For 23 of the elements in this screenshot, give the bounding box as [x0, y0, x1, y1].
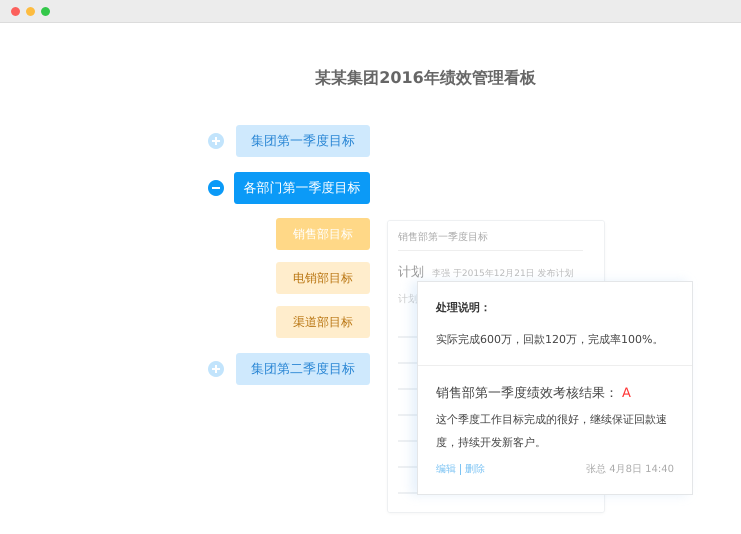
- group-node[interactable]: 集团第一季度目标: [236, 125, 370, 157]
- collapse-icon[interactable]: [208, 180, 224, 196]
- review-comment: 这个季度工作目标完成的很好，继续保证回款速度，持续开发新客户。: [436, 412, 668, 451]
- group-node[interactable]: 各部门第一季度目标: [234, 172, 370, 204]
- action-link[interactable]: 编辑: [436, 464, 461, 474]
- zoom-button[interactable]: [41, 6, 50, 16]
- minimize-button[interactable]: [26, 6, 35, 16]
- plan-meta: 李强 于2015年12月21日 发布计划: [432, 268, 574, 280]
- grade: A: [622, 386, 631, 401]
- expand-icon[interactable]: [208, 133, 224, 149]
- group-node[interactable]: 集团第二季度目标: [236, 353, 370, 385]
- card-title: 销售部第一季度目标: [398, 221, 583, 251]
- expand-icon[interactable]: [208, 361, 224, 377]
- department-node[interactable]: 电销部目标: [276, 262, 370, 294]
- review-footer: 张总 4月8日 14:40: [586, 462, 674, 476]
- plan-label: 计划: [398, 264, 424, 281]
- close-button[interactable]: [11, 6, 20, 16]
- action-link[interactable]: 删除: [461, 464, 489, 474]
- department-node[interactable]: 渠道部目标: [276, 306, 370, 338]
- note-heading: 处理说明：: [436, 300, 492, 315]
- note-text: 实际完成600万，回款120万，完成率100%。: [436, 332, 664, 348]
- page-title: 某某集团2016年绩效管理看板: [314, 68, 537, 89]
- result-label: 销售部第一季度绩效考核结果：: [436, 385, 618, 402]
